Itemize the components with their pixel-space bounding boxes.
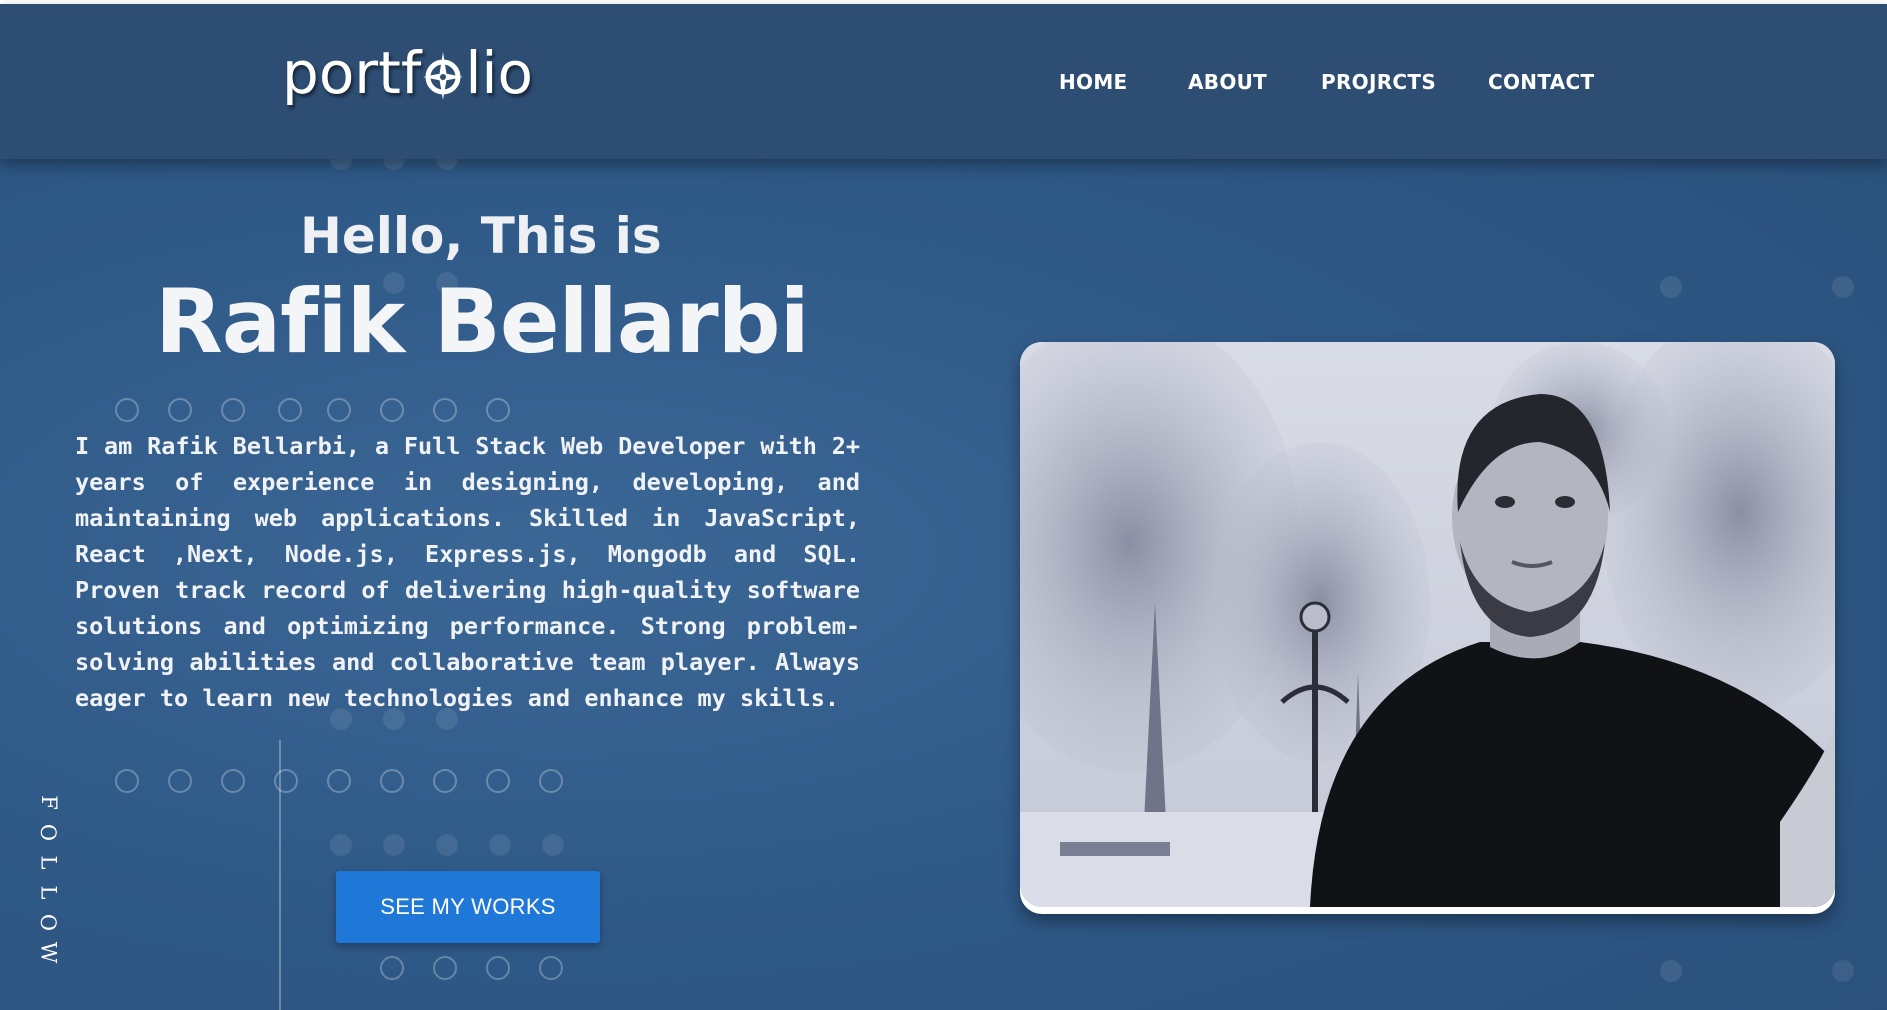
site-header: portf lio HOME ABOUT PROJRCTS CONTACT: [0, 4, 1887, 159]
follow-letter: O: [36, 913, 61, 932]
hero-bio: I am Rafik Bellarbi, a Full Stack Web De…: [75, 432, 860, 712]
hero-name: Rafik Bellarbi: [155, 270, 810, 373]
profile-photo: [1020, 342, 1835, 907]
follow-letter: W: [36, 941, 61, 964]
see-my-works-button[interactable]: SEE MY WORKS: [336, 871, 600, 943]
follow-letter: O: [36, 823, 61, 842]
follow-letter: L: [36, 885, 61, 900]
nav-contact[interactable]: CONTACT: [1488, 70, 1594, 94]
follow-letter: L: [36, 855, 61, 870]
follow-letter: F: [36, 795, 61, 810]
nav-about[interactable]: ABOUT: [1188, 70, 1267, 94]
nav-projects[interactable]: PROJRCTS: [1321, 70, 1436, 94]
nav-home[interactable]: HOME: [1059, 70, 1128, 94]
main-nav: HOME ABOUT PROJRCTS CONTACT: [0, 4, 1887, 159]
hero-greeting: Hello, This is: [300, 207, 662, 265]
profile-photo-frame: [1020, 342, 1835, 914]
follow-label: F O L L O W: [36, 792, 61, 964]
follow-divider-line: [279, 740, 281, 1010]
